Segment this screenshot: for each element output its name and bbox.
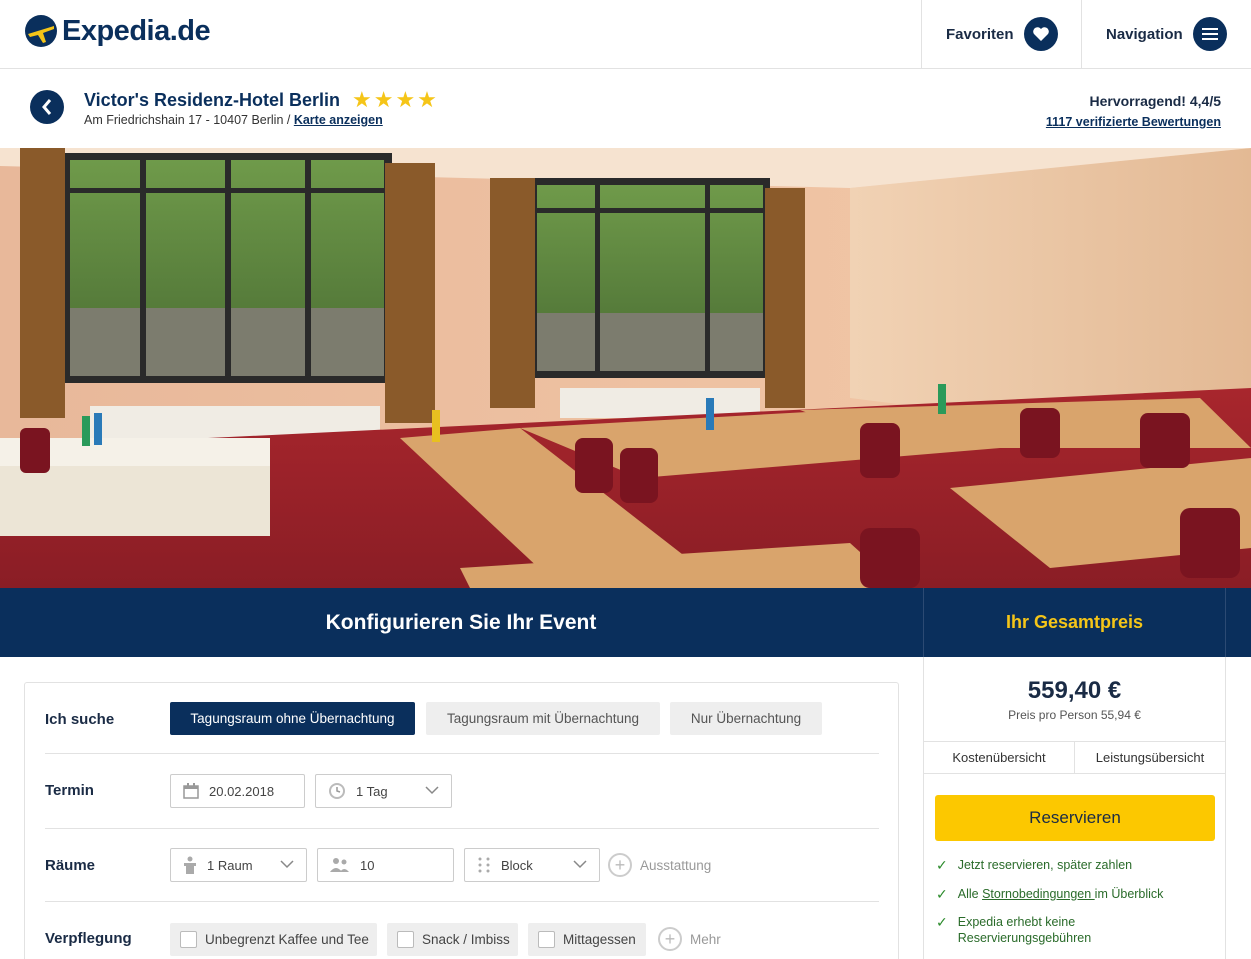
price-panel: 559,40 € Preis pro Person 55,94 € Kosten… <box>923 657 1226 959</box>
checkmark-icon: ✓ <box>936 857 948 873</box>
people-icon <box>330 857 350 873</box>
navigation-label: Navigation <box>1106 25 1183 43</box>
seating-layout-icon <box>477 857 491 873</box>
expedia-logo[interactable]: Expedia.de <box>24 14 211 48</box>
persons-value: 10 <box>360 857 375 873</box>
clock-icon <box>328 782 346 800</box>
back-button[interactable] <box>30 90 64 124</box>
perk-no-fees: ✓ Expedia erhebt keine Reservierungsgebü… <box>936 914 1136 946</box>
option-overnight-only[interactable]: Nur Übernachtung <box>670 702 822 735</box>
plus-icon: + <box>658 927 682 951</box>
podium-icon <box>183 856 197 874</box>
perk-text: Jetzt reservieren, später zahlen <box>957 858 1133 872</box>
checkbox[interactable] <box>538 931 555 948</box>
catering-row: Verpflegung Unbegrenzt Kaffee und Tee Sn… <box>45 902 879 959</box>
perk-pay-later: ✓ Jetzt reservieren, später zahlen <box>936 857 1132 873</box>
catering-option-lunch[interactable]: Mittagessen <box>528 923 646 956</box>
rooms-label: Räume <box>45 857 96 874</box>
checkmark-icon: ✓ <box>936 914 948 930</box>
config-header-band: Konfigurieren Sie Ihr Event Ihr Gesamtpr… <box>0 588 1251 657</box>
heart-icon <box>1023 17 1058 51</box>
tab-cost-overview[interactable]: Kostenübersicht <box>924 742 1074 773</box>
plane-globe-icon <box>25 15 57 47</box>
chevron-down-icon <box>573 860 587 869</box>
navigation-button[interactable]: Navigation <box>1081 0 1251 68</box>
add-equipment-button[interactable]: + Ausstattung <box>608 853 711 877</box>
checkbox[interactable] <box>397 931 414 948</box>
more-catering-button[interactable]: + Mehr <box>658 927 721 951</box>
hotel-info-bar: Victor's Residenz-Hotel Berlin ★★★★ Am F… <box>0 69 1251 148</box>
hotel-address: Am Friedrichshain 17 - 10407 Berlin / <box>84 113 294 127</box>
reviews-link[interactable]: 1117 verifizierte Bewertungen <box>1046 115 1221 129</box>
cancellation-policy-link[interactable]: Stornobedingungen <box>982 887 1095 901</box>
rooms-value: 1 Raum <box>207 857 253 873</box>
star-rating: ★★★★ <box>352 87 439 112</box>
search-type-row: Ich suche Tagungsraum ohne Übernachtung … <box>45 683 879 754</box>
layout-value: Block <box>501 857 533 873</box>
menu-icon <box>1192 17 1227 51</box>
date-row: Termin 20.02.2018 1 Tag <box>45 754 879 829</box>
config-title: Konfigurieren Sie Ihr Event <box>325 610 597 634</box>
rating-text: Hervorragend! 4,4/5 <box>1089 93 1222 109</box>
more-label: Mehr <box>690 931 721 947</box>
persons-field[interactable]: 10 <box>317 848 454 882</box>
top-header: Expedia.de Favoriten Navigation <box>0 0 1251 69</box>
catering-option-label: Unbegrenzt Kaffee und Tee <box>205 932 369 947</box>
event-config-panel: Ich suche Tagungsraum ohne Übernachtung … <box>24 682 899 959</box>
chevron-down-icon <box>425 786 439 795</box>
layout-select[interactable]: Block <box>464 848 600 882</box>
hotel-name-row: Victor's Residenz-Hotel Berlin ★★★★ <box>84 87 439 113</box>
chevron-down-icon <box>280 860 294 869</box>
perk-text: Alle Stornobedingungen im Überblick <box>958 886 1164 902</box>
total-price: 559,40 € <box>1027 677 1122 704</box>
logo-text: Expedia.de <box>62 14 211 47</box>
favorites-button[interactable]: Favoriten <box>921 0 1082 68</box>
duration-value: 1 Tag <box>356 783 388 799</box>
equipment-label: Ausstattung <box>640 857 712 873</box>
map-link[interactable]: Karte anzeigen <box>294 113 383 127</box>
perk-cancellation: ✓ Alle Stornobedingungen im Überblick <box>936 886 1163 902</box>
catering-option-coffee-tea[interactable]: Unbegrenzt Kaffee und Tee <box>170 923 377 956</box>
perk-suffix: im Überblick <box>1094 887 1164 901</box>
perk-text: Expedia erhebt keine Reservierungsgebühr… <box>957 915 1092 945</box>
catering-label: Verpflegung <box>45 930 132 947</box>
total-price-title: Ihr Gesamtpreis <box>923 588 1226 657</box>
checkbox[interactable] <box>180 931 197 948</box>
chevron-left-icon <box>42 99 52 115</box>
checkmark-icon: ✓ <box>936 886 948 902</box>
calendar-icon <box>183 783 199 799</box>
duration-select[interactable]: 1 Tag <box>315 774 452 808</box>
price-per-person: Preis pro Person 55,94 € <box>1008 708 1141 722</box>
search-type-label: Ich suche <box>45 711 115 728</box>
hotel-name: Victor's Residenz-Hotel Berlin <box>84 89 341 110</box>
hotel-address-row: Am Friedrichshain 17 - 10407 Berlin / Ka… <box>84 113 383 127</box>
perk-prefix: Alle <box>957 887 983 901</box>
date-value: 20.02.2018 <box>209 783 275 799</box>
rooms-row: Räume 1 Raum 10 Block + Ausstattung <box>45 829 879 902</box>
reserve-button[interactable]: Reservieren <box>935 795 1215 841</box>
tab-service-overview[interactable]: Leistungsübersicht <box>1074 742 1225 773</box>
rooms-select[interactable]: 1 Raum <box>170 848 307 882</box>
hotel-hero-image <box>0 148 1251 588</box>
plus-icon: + <box>608 853 632 877</box>
date-field[interactable]: 20.02.2018 <box>170 774 305 808</box>
rating-block: Hervorragend! 4,4/5 1117 verifizierte Be… <box>1046 93 1221 129</box>
favorites-label: Favoriten <box>946 25 1014 43</box>
date-label: Termin <box>45 782 94 799</box>
catering-option-label: Mittagessen <box>563 932 636 947</box>
catering-option-snack[interactable]: Snack / Imbiss <box>387 923 518 956</box>
option-meeting-room-with-overnight[interactable]: Tagungsraum mit Übernachtung <box>426 702 660 735</box>
option-meeting-room-no-overnight[interactable]: Tagungsraum ohne Übernachtung <box>170 702 415 735</box>
catering-option-label: Snack / Imbiss <box>422 932 510 947</box>
price-tabs: Kostenübersicht Leistungsübersicht <box>924 741 1225 774</box>
